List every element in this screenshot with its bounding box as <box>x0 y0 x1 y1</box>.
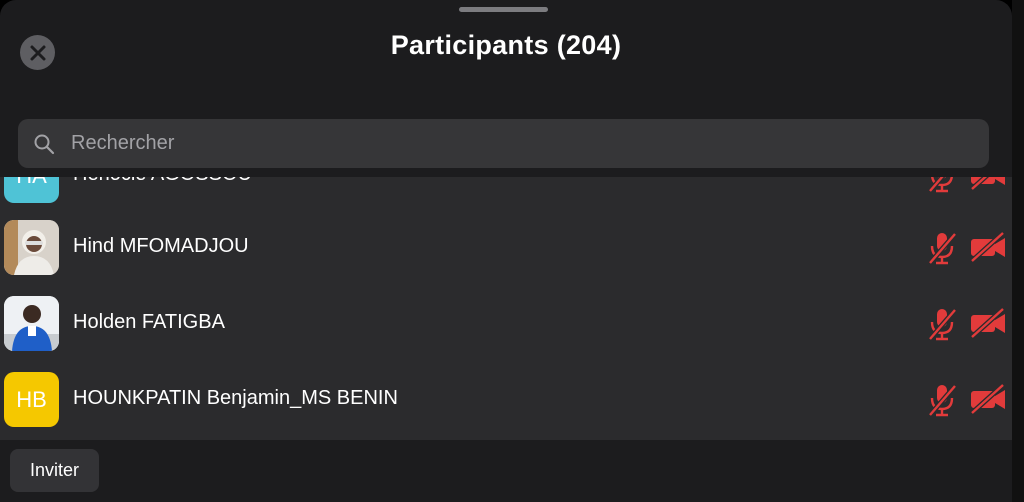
participant-name: Hind MFOMADJOU <box>73 235 249 257</box>
person-photo-icon <box>4 220 59 275</box>
search-icon <box>34 134 55 154</box>
avatar-photo <box>4 220 59 275</box>
participant-row[interactable]: Holden FATIGBA <box>0 287 1012 363</box>
participant-name: HOUNKPATIN Benjamin_MS BENIN <box>73 387 398 409</box>
participant-list[interactable]: HA Henocle AGOSSOU <box>0 177 1012 440</box>
camera-off-icon[interactable] <box>968 177 1008 191</box>
search-input[interactable] <box>69 131 989 156</box>
camera-off-icon[interactable] <box>968 231 1008 263</box>
background-strip <box>1012 0 1024 502</box>
avatar-initials: HA <box>16 177 47 189</box>
invite-button[interactable]: Inviter <box>10 449 99 492</box>
avatar: HA <box>4 177 59 203</box>
participants-sheet: Participants (204) HA Henocle AGOSSOU <box>0 0 1012 502</box>
mic-muted-icon[interactable] <box>925 306 959 342</box>
participant-name: Henocle AGOSSOU <box>73 177 252 186</box>
page-title: Participants (204) <box>390 30 622 60</box>
mic-muted-icon[interactable] <box>925 177 959 194</box>
avatar: HB <box>4 372 59 427</box>
camera-off-icon[interactable] <box>968 383 1008 415</box>
participant-name: Holden FATIGBA <box>73 311 225 333</box>
footer-bar: Inviter <box>0 440 1012 502</box>
participant-row[interactable]: Hind MFOMADJOU <box>0 211 1012 287</box>
camera-off-icon[interactable] <box>968 307 1008 339</box>
grab-handle[interactable] <box>459 7 548 12</box>
avatar-initials: HB <box>16 386 47 412</box>
participant-row[interactable]: HA Henocle AGOSSOU <box>0 177 1012 215</box>
avatar-photo <box>4 296 59 351</box>
mic-muted-icon[interactable] <box>925 382 959 418</box>
person-photo-icon <box>4 296 59 351</box>
participant-row[interactable]: HB HOUNKPATIN Benjamin_MS BENIN <box>0 363 1012 439</box>
search-bar[interactable] <box>18 119 989 168</box>
mic-muted-icon[interactable] <box>925 230 959 266</box>
